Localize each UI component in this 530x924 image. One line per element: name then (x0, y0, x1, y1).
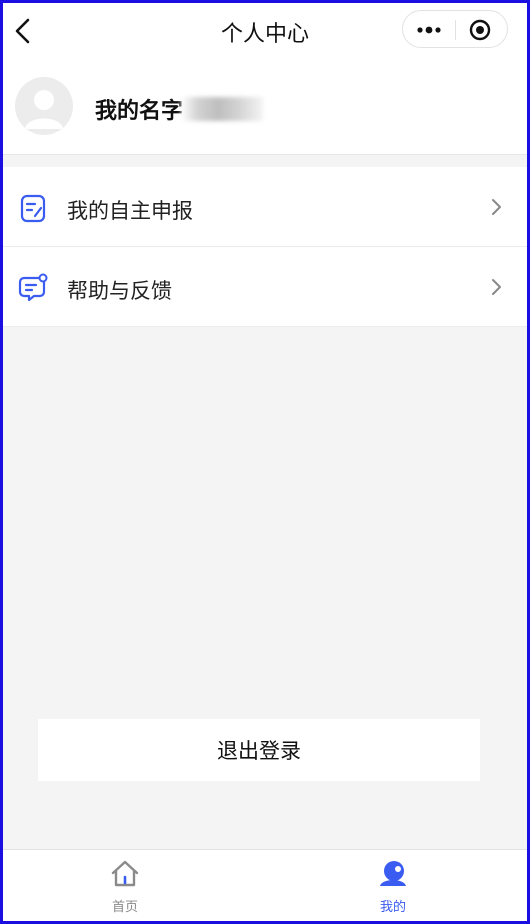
avatar[interactable] (15, 77, 73, 135)
profile-header[interactable]: 我的名字 (3, 61, 527, 155)
avatar-placeholder-icon (25, 90, 63, 129)
tab-label: 我的 (379, 900, 406, 915)
menu-item-label: 帮助与反馈 (67, 279, 172, 303)
app-frame: 个人中心 我的名字 我的自主申报 帮助与反馈 退出登录 首页 我的 (0, 0, 530, 924)
navigation-bar: 个人中心 (3, 3, 527, 61)
edit-document-icon (20, 194, 46, 223)
home-icon (111, 860, 139, 887)
tab-bar: 首页 我的 (3, 849, 527, 921)
more-dots-icon[interactable] (415, 21, 443, 39)
close-target-icon[interactable] (469, 19, 491, 41)
menu-item-self-declaration[interactable]: 我的自主申报 (3, 167, 527, 247)
name-blur-mask (181, 97, 263, 121)
user-icon (380, 861, 406, 886)
user-name: 我的名字 (95, 99, 184, 124)
menu-list: 我的自主申报 帮助与反馈 (3, 167, 527, 327)
chevron-right-icon (492, 199, 501, 215)
mini-program-capsule (402, 10, 508, 48)
logout-button[interactable]: 退出登录 (38, 719, 480, 781)
tab-mine[interactable]: 我的 (323, 850, 463, 921)
chat-bubble-icon (18, 273, 48, 302)
tab-home[interactable]: 首页 (55, 850, 195, 921)
menu-item-help-feedback[interactable]: 帮助与反馈 (3, 247, 527, 327)
tab-label: 首页 (111, 900, 138, 915)
menu-item-label: 我的自主申报 (67, 199, 193, 223)
capsule-divider (455, 20, 456, 40)
chevron-right-icon (492, 279, 501, 295)
